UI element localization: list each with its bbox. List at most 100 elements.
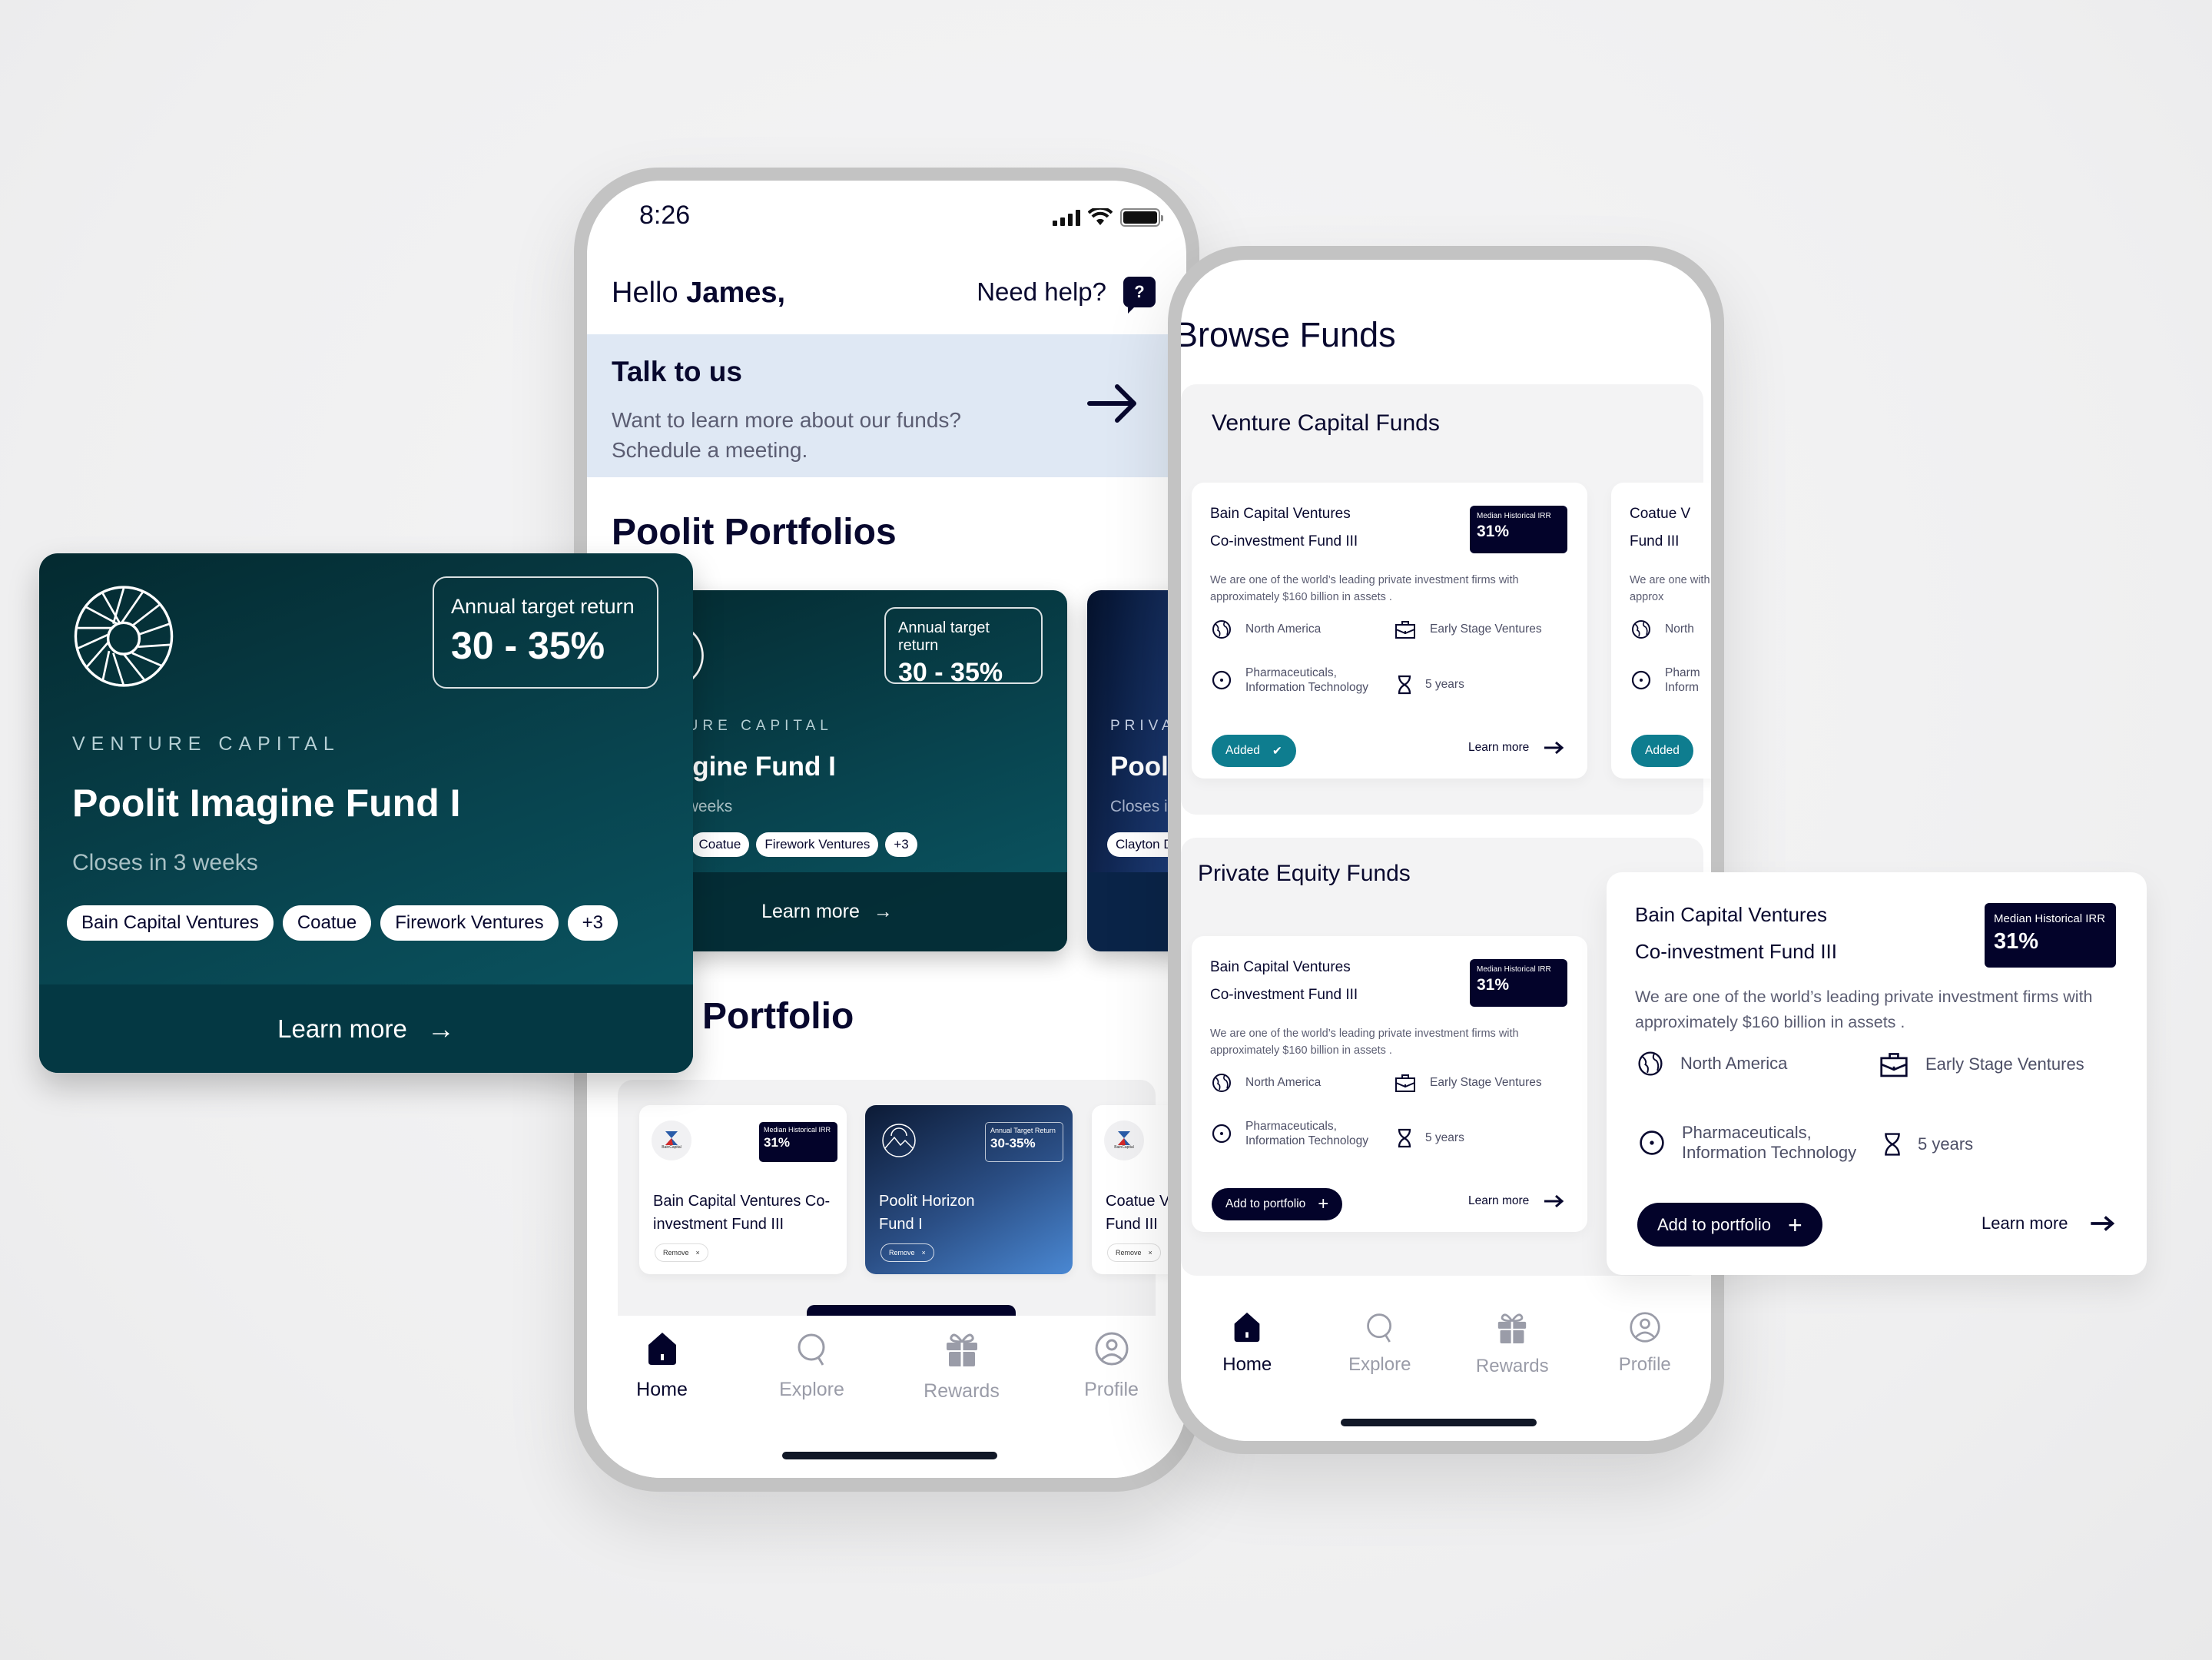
more-partners-pill[interactable]: +3 [885,832,917,857]
irr-badge: Median Historical IRR 31% [1470,506,1567,553]
venture-capital-section: Venture Capital Funds Bain Capital Ventu… [1181,384,1711,815]
add-to-portfolio-button[interactable]: Add to portfolio + [1212,1188,1343,1220]
feature-text: Early Stage Ventures [1430,1076,1542,1089]
added-button[interactable]: Added ✔ [1212,735,1296,767]
check-icon: ✔ [1272,744,1282,758]
feature-stage: Early Stage Ventures [1395,619,1542,639]
talk-line-2: Schedule a meeting. [612,438,808,462]
tab-label: Home [1222,1354,1272,1375]
feature-region: North America [1637,1051,1787,1077]
learn-more-link[interactable]: Learn more [1982,1213,2116,1233]
tab-profile[interactable]: Profile [1579,1311,1712,1441]
tab-home[interactable]: Home [1181,1311,1314,1441]
my-portfolio-item[interactable]: Annual Target Return 30-35% Poolit Horiz… [865,1105,1073,1274]
feature-text: Pharmaceuticals, Information Technology [1682,1123,1856,1163]
close-icon: × [1148,1249,1152,1257]
close-icon: × [921,1249,926,1257]
irr-value: 31% [764,1135,791,1150]
signal-icon [1053,209,1080,226]
feature-text: North America [1245,1076,1322,1089]
fund-description: We are one of the world’s leading privat… [1210,1028,1519,1057]
globe-icon [1638,1051,1663,1076]
remove-label: Remove [663,1249,689,1257]
section-title: Venture Capital Funds [1212,410,1440,436]
fund-closes: Closes in 3 weeks [72,850,258,875]
irr-value: 31% [1477,976,1510,994]
learn-more-label: Learn more [1982,1213,2068,1233]
learn-more-label: Learn more [277,1014,407,1043]
target-return-value: 30-35% [990,1136,1036,1150]
hourglass-icon [1398,1128,1411,1148]
tab-label: Explore [779,1379,844,1400]
learn-more-button[interactable]: Learn more → [39,984,693,1073]
arrow-right-icon[interactable] [1086,382,1140,425]
my-portfolio-heading: Portfolio [702,996,854,1037]
home-indicator[interactable] [1341,1419,1537,1426]
wifi-icon [1088,208,1113,225]
remove-button[interactable]: Remove × [880,1243,934,1262]
battery-icon [1120,208,1163,227]
irr-label: Median Historical IRR [1477,965,1551,974]
fund-detail-card[interactable]: Bain Capital Ventures Co-investment Fund… [1607,872,2147,1275]
profile-icon [1095,1332,1128,1366]
briefcase-icon [1880,1053,1908,1077]
feature-text: 5 years [1425,1131,1464,1144]
learn-more-link[interactable]: Learn more [1468,741,1564,755]
tab-label: Profile [1084,1379,1139,1400]
sectors-line-1: Pharmaceuticals, [1682,1123,1812,1142]
remove-label: Remove [889,1249,915,1257]
talk-subtitle: Want to learn more about our funds? Sche… [612,405,1042,465]
remove-button[interactable]: Remove × [1107,1243,1161,1262]
baincapital-mark-icon [665,1131,678,1145]
talk-to-us-banner[interactable]: Talk to us Want to learn more about our … [587,334,1186,477]
home-indicator[interactable] [782,1452,997,1459]
irr-label: Median Historical IRR [1477,512,1551,520]
home-icon [648,1333,676,1365]
fund-card[interactable]: Bain Capital Ventures Co-investment Fund… [1192,936,1587,1232]
greeting-name: James, [686,277,786,309]
partner-pill: Firework Ventures [380,905,559,941]
arrow-right-icon: → [873,901,893,922]
featured-fund-card[interactable]: Annual target return 30 - 35% VENTURE CA… [39,553,693,1073]
fund-category: VENTURE CAPITAL [72,733,340,755]
fund-description: We are one with approx [1630,574,1710,603]
fund-card[interactable]: Coatue V Fund III We are one with approx… [1611,483,1711,779]
status-icons [1053,208,1163,227]
irr-label: Median Historical IRR [1994,912,2106,925]
search-icon [1366,1313,1391,1343]
poolit-horizon-logo-icon [882,1124,916,1157]
learn-more-label: Learn more [1468,741,1530,754]
fund-card[interactable]: Bain Capital Ventures Co-investment Fund… [1192,483,1587,779]
fund-name-line-2: Co-investment Fund III [1210,533,1358,549]
greeting: Hello James, [612,277,785,310]
globe-icon [1212,620,1231,639]
arrow-right-icon [1544,1194,1564,1208]
remove-button[interactable]: Remove × [655,1243,708,1262]
need-help-button[interactable]: Need help? ? [977,277,1156,314]
target-return-value: 30 - 35% [898,658,1003,687]
added-button[interactable]: Added [1631,735,1693,767]
briefcase-icon [1395,621,1415,639]
more-partners-pill[interactable]: +3 [567,905,618,941]
tab-profile[interactable]: Profile [1036,1331,1186,1478]
fund-description: We are one of the world’s leading privat… [1635,988,2093,1031]
globe-icon [1632,620,1650,639]
tab-label: Explore [1348,1354,1411,1375]
fund-name-line-2: Co-investment Fund III [1210,987,1358,1003]
plus-icon: + [1787,1210,1802,1239]
learn-more-label: Learn more [761,901,860,922]
arrow-right-icon [1544,741,1564,755]
partner-pill: Bain Capital Ventures [67,905,274,941]
feature-text: Pharmaceuticals, Information Technology [1245,666,1368,694]
feature-text: Early Stage Ventures [1430,622,1542,636]
tab-home[interactable]: Home [587,1331,737,1478]
fund-name-line-2: Fund III [1630,533,1680,549]
tab-label: Profile [1618,1354,1671,1375]
learn-more-link[interactable]: Learn more [1468,1194,1564,1208]
partner-pill: Coatue [690,832,750,857]
add-to-portfolio-button[interactable]: Add to portfolio + [1637,1203,1822,1247]
baincapital-mark-icon [1118,1131,1130,1145]
need-help-label: Need help? [977,277,1106,306]
my-portfolio-item[interactable]: BainCapital Median Historical IRR 31% Ba… [639,1105,847,1274]
feature-duration: 5 years [1398,1128,1464,1148]
